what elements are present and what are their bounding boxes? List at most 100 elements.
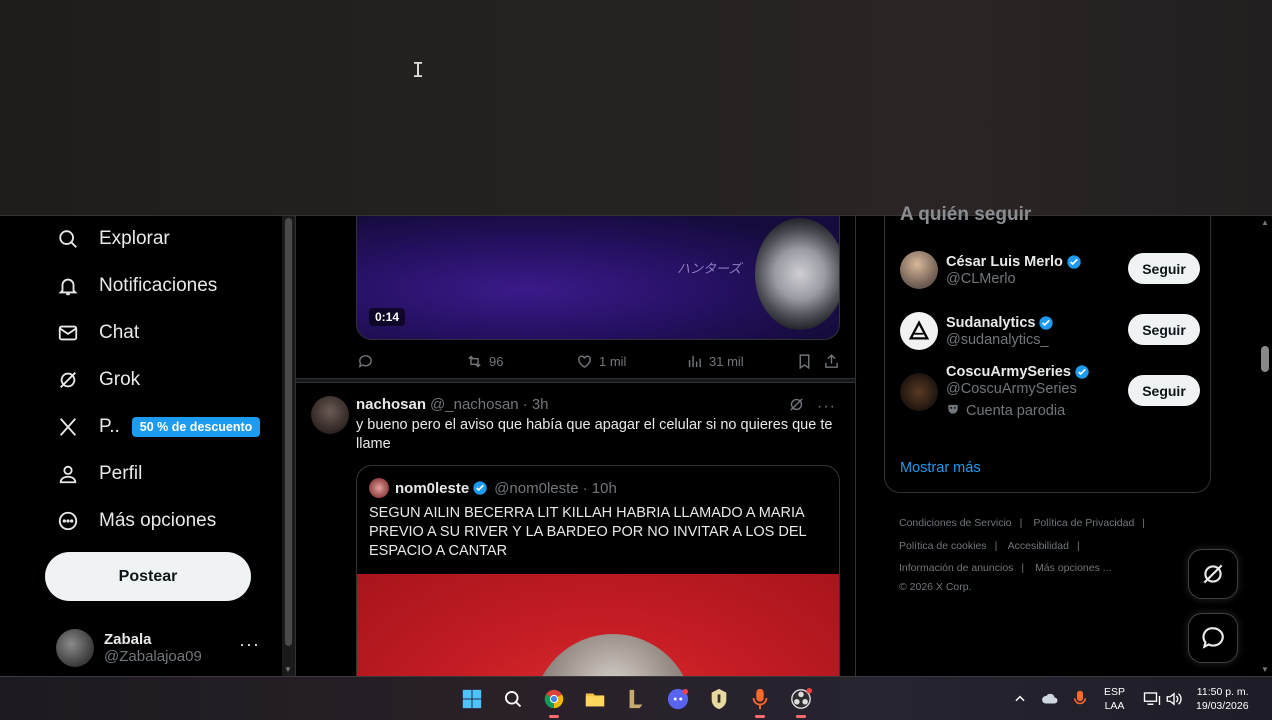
discord-icon[interactable] (664, 685, 692, 713)
bookmark-button[interactable] (796, 353, 813, 370)
copyright: © 2026 X Corp. (899, 580, 972, 593)
chevron-up-icon[interactable] (1006, 685, 1034, 713)
scrollbar-thumb[interactable] (285, 218, 292, 646)
left-scrollbar[interactable]: ▼ (282, 216, 295, 676)
grok-floating-button[interactable] (1188, 549, 1238, 599)
scroll-up-arrow-icon[interactable]: ▲ (1261, 218, 1269, 227)
right-scrollbar[interactable]: ▲ ▼ (1258, 216, 1272, 676)
clock-date: 19/03/2026 (1196, 700, 1249, 712)
nav-item-profile[interactable]: Perfil (56, 459, 142, 489)
account-name: CoscuArmySeries (946, 364, 1071, 380)
retweet-button[interactable]: 96 (466, 353, 503, 370)
language-indicator[interactable]: ESP LAA (1104, 685, 1125, 713)
obs-icon[interactable] (787, 685, 815, 718)
verified-badge-icon (1074, 364, 1090, 380)
more-dots-icon[interactable]: ··· (817, 398, 836, 416)
panel-title: A quién seguir (900, 204, 1032, 225)
keyboard-layout: LAA (1104, 700, 1125, 712)
footer-link-cookies[interactable]: Política de cookies (899, 540, 987, 552)
avatar (56, 629, 94, 667)
tweet-time[interactable]: · 3h (523, 396, 549, 413)
like-button[interactable]: 1 mil (576, 353, 626, 370)
nav-item-more-options[interactable]: Más opciones (56, 506, 216, 536)
show-more-link[interactable]: Mostrar más (900, 460, 981, 476)
tweet-author-handle[interactable]: @_nachosan (430, 396, 519, 413)
search-icon[interactable] (499, 685, 527, 713)
scroll-down-arrow-icon[interactable]: ▼ (284, 665, 292, 674)
grok-icon[interactable] (788, 396, 805, 417)
share-icon (825, 353, 838, 368)
taskbar: ESP LAA 11:50 p. m. 19/03/2026 (0, 676, 1272, 720)
follow-suggestion[interactable]: Sudanalytics @sudanalytics_ Seguir (900, 309, 1200, 353)
chat-bubble-icon (1202, 627, 1224, 649)
right-sidebar: A quién seguir César Luis Merlo @CLMerlo… (856, 204, 1258, 676)
more-circle-icon (56, 509, 80, 533)
nav-item-chat[interactable]: Chat (56, 318, 139, 348)
search-icon (56, 227, 80, 251)
file-explorer-icon[interactable] (581, 685, 609, 713)
chart-icon (688, 355, 701, 367)
tweet-author-name[interactable]: nachosan (356, 396, 426, 413)
windows-start-icon[interactable] (458, 685, 486, 713)
account-name: César Luis Merlo (946, 253, 1063, 270)
reply-icon (358, 354, 372, 368)
chrome-icon[interactable] (540, 685, 568, 718)
timeline: ハンターズ 0:14 96 1 mil 31 mil nachosan @_na… (295, 216, 856, 676)
tweet-actions: 96 1 mil 31 mil (356, 350, 842, 372)
language-code: ESP (1104, 686, 1126, 698)
footer-link-privacy[interactable]: Política de Privacidad (1033, 517, 1134, 529)
microphone-icon[interactable] (1066, 685, 1094, 713)
scroll-down-arrow-icon[interactable]: ▼ (1261, 665, 1269, 674)
quote-author-handle: @nom0leste (494, 479, 579, 497)
quote-text: SEGUN AILIN BECERRA LIT KILLAH HABRIA LL… (369, 505, 807, 559)
nav-item-notifications[interactable]: Notificaciones (56, 271, 217, 301)
tweet-video[interactable]: ハンターズ 0:14 (356, 216, 840, 340)
verified-badge-icon (1066, 254, 1082, 270)
account-name: Sudanalytics (946, 314, 1036, 331)
quote-author-name: nom0leste (395, 479, 470, 497)
league-icon[interactable] (622, 685, 650, 713)
share-button[interactable] (823, 353, 840, 370)
onedrive-icon[interactable] (1036, 685, 1064, 713)
footer-link-accessibility[interactable]: Accesibilidad (1008, 540, 1069, 552)
microphone-app-icon[interactable] (746, 685, 774, 718)
avatar (900, 251, 938, 289)
system-clock[interactable]: 11:50 p. m. 19/03/2026 (1196, 685, 1249, 713)
bookmark-icon (799, 353, 810, 369)
follow-suggestion[interactable]: CoscuArmySeries @CoscuArmySeries Cuenta … (900, 364, 1200, 419)
follow-button[interactable]: Seguir (1128, 253, 1200, 284)
discount-badge: 50 % de descuento (131, 417, 261, 437)
quote-image[interactable] (357, 574, 839, 676)
nav-label: Explorar (99, 228, 170, 249)
reply-button[interactable] (357, 353, 374, 370)
parody-mask-icon (946, 402, 960, 420)
more-dots-icon[interactable]: ··· (239, 634, 260, 655)
account-switcher[interactable]: Zabala @Zabalajoa09 ··· (56, 628, 268, 668)
x-logo-icon (56, 415, 80, 439)
left-sidebar: Explorar Notificaciones Chat Grok P.. 50… (0, 216, 282, 676)
volume-icon[interactable] (1160, 685, 1188, 713)
footer-link-terms[interactable]: Condiciones de Servicio (899, 517, 1012, 529)
avatar[interactable] (311, 396, 349, 434)
follow-button[interactable]: Seguir (1128, 375, 1200, 406)
avatar (900, 373, 938, 411)
quoted-tweet[interactable]: nom0leste @nom0leste · 10h SEGUN AILIN B… (356, 465, 840, 676)
follow-button[interactable]: Seguir (1128, 314, 1200, 345)
nav-item-explore[interactable]: Explorar (56, 224, 170, 254)
quote-header: nom0leste @nom0leste · 10h (369, 478, 617, 498)
views-button[interactable]: 31 mil (686, 353, 744, 370)
footer-link-more[interactable]: Más opciones ... (1035, 562, 1111, 574)
user-handle: @Zabalajoa09 (104, 648, 202, 665)
footer-link-ads-info[interactable]: Información de anuncios (899, 562, 1013, 574)
nav-item-grok[interactable]: Grok (56, 365, 140, 395)
valorant-icon[interactable] (705, 685, 733, 713)
quote-time: · 10h (582, 479, 617, 497)
image-subject (533, 634, 693, 676)
nav-item-premium[interactable]: P.. 50 % de descuento (56, 412, 261, 442)
avatar (900, 312, 938, 350)
scrollbar-thumb[interactable] (1261, 346, 1269, 372)
post-button[interactable]: Postear (45, 552, 251, 601)
messages-floating-button[interactable] (1188, 613, 1238, 663)
follow-suggestion[interactable]: César Luis Merlo @CLMerlo Seguir (900, 248, 1200, 292)
view-count: 31 mil (709, 353, 744, 369)
